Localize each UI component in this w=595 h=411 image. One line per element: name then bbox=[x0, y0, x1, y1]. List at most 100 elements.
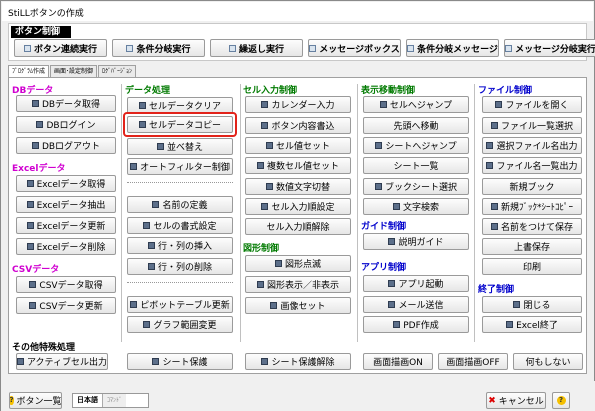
print-button[interactable]: 印刷 bbox=[482, 258, 582, 275]
save-as-button[interactable]: 名前をつけて保存 bbox=[482, 218, 582, 235]
dialog-window: StiLLボタンの作成 ボタン制御 ボタン連続実行 条件分岐実行 繰返し実行 メ… bbox=[0, 0, 595, 411]
help-button[interactable]: ? bbox=[552, 392, 570, 409]
cell-value-set-button[interactable]: セル値セット bbox=[245, 137, 351, 154]
excel-data-extract-button[interactable]: Excelデータ抽出 bbox=[16, 196, 116, 213]
section-end-title: 終了制御 bbox=[478, 285, 515, 295]
button-icon bbox=[26, 201, 34, 208]
db-logout-button[interactable]: DBログアウト bbox=[16, 137, 116, 154]
sheet-list-button[interactable]: シート一覧 bbox=[363, 157, 469, 174]
file-open-button[interactable]: ファイルを開く bbox=[482, 96, 582, 113]
new-book-sheet-copy-button[interactable]: 新規ﾌﾞｯｸ*ｼｰﾄｺﾋﾟｰ bbox=[482, 198, 582, 215]
screen-draw-on-button[interactable]: 画面描画ON bbox=[363, 353, 433, 370]
calendar-input-button[interactable]: カレンダー入力 bbox=[245, 96, 351, 113]
book-sheet-select-button[interactable]: ブックシート選択 bbox=[363, 178, 469, 195]
button-repeat-run[interactable]: 繰返し実行 bbox=[210, 39, 303, 57]
selected-file-output-button[interactable]: 選択ファイル名出力 bbox=[482, 137, 582, 154]
new-book-button[interactable]: 新規ブック bbox=[482, 178, 582, 195]
excel-data-update-button[interactable]: Excelデータ更新 bbox=[16, 217, 116, 234]
close-button[interactable]: 閉じる bbox=[482, 296, 582, 313]
guide-explain-button[interactable]: 説明ガイド bbox=[363, 233, 469, 250]
button-icon bbox=[143, 222, 151, 229]
language-toggle[interactable]: 日本語 ｺﾏﾝﾄﾞ bbox=[72, 393, 149, 408]
autofilter-button[interactable]: オートフィルター制御 bbox=[127, 158, 233, 175]
section-cell-title: セル入力制御 bbox=[243, 86, 298, 96]
section-separator bbox=[127, 282, 233, 283]
cell-input-order-set-button[interactable]: セル入力順設定 bbox=[245, 198, 351, 215]
shape-blink-button[interactable]: 図形点滅 bbox=[245, 255, 351, 272]
button-icon bbox=[31, 142, 39, 149]
tab-program[interactable]: ﾌﾟﾛｸﾞﾗﾑ作成 bbox=[8, 65, 50, 77]
screen-draw-off-button[interactable]: 画面描画OFF bbox=[438, 353, 508, 370]
file-name-list-output-button[interactable]: ファイル名一覧出力 bbox=[482, 157, 582, 174]
row-col-insert-button[interactable]: 行・列の挿入 bbox=[127, 237, 233, 254]
do-nothing-button[interactable]: 何もしない bbox=[513, 353, 583, 370]
button-conditional-message[interactable]: 条件分岐メッセージ bbox=[406, 39, 499, 57]
multi-cell-value-set-button[interactable]: 複数セル値セット bbox=[245, 157, 351, 174]
pivot-update-button[interactable]: ピボットテーブル更新 bbox=[127, 296, 233, 313]
button-icon bbox=[374, 183, 382, 190]
button-icon bbox=[490, 223, 498, 230]
num-text-toggle-button[interactable]: 数値文字切替 bbox=[245, 178, 351, 195]
button-icon bbox=[29, 281, 37, 288]
row-col-delete-button[interactable]: 行・列の削除 bbox=[127, 258, 233, 275]
button-continuous-run[interactable]: ボタン連続実行 bbox=[14, 39, 107, 57]
section-excel-title: Excelデータ bbox=[12, 164, 66, 174]
section-csv-title: CSVデータ bbox=[12, 265, 60, 275]
move-top-button[interactable]: 先頭へ移動 bbox=[363, 117, 469, 134]
cell-input-order-clear-button[interactable]: セル入力順解除 bbox=[245, 218, 351, 235]
db-login-button[interactable]: DBログイン bbox=[16, 116, 116, 133]
cell-jump-button[interactable]: セルへジャンプ bbox=[363, 96, 469, 113]
button-icon bbox=[265, 142, 273, 149]
text-search-button[interactable]: 文字検索 bbox=[363, 198, 469, 215]
excel-data-delete-button[interactable]: Excelデータ削除 bbox=[16, 238, 116, 255]
sort-button[interactable]: 並べ替え bbox=[127, 138, 233, 155]
button-icon bbox=[152, 358, 160, 365]
excel-exit-button[interactable]: Excel終了 bbox=[482, 316, 582, 333]
lang-command[interactable]: ｺﾏﾝﾄﾞ bbox=[103, 394, 127, 407]
button-icon bbox=[513, 301, 521, 308]
shape-show-hide-button[interactable]: 図形表示／非表示 bbox=[245, 276, 351, 293]
graph-range-button[interactable]: グラフ範囲変更 bbox=[127, 316, 233, 333]
button-icon bbox=[143, 321, 151, 328]
button-list-button[interactable]: ? ボタン一覧 bbox=[9, 392, 62, 409]
column-divider bbox=[474, 84, 475, 342]
sheet-protect-button[interactable]: シート保護 bbox=[127, 353, 233, 370]
window-title: StiLLボタンの作成 bbox=[8, 9, 84, 19]
button-icon bbox=[375, 142, 383, 149]
button-conditional-run[interactable]: 条件分岐実行 bbox=[112, 39, 205, 57]
file-list-select-button[interactable]: ファイル一覧選択 bbox=[482, 117, 582, 134]
name-define-button[interactable]: 名前の定義 bbox=[127, 196, 233, 213]
doc-icon bbox=[407, 44, 415, 52]
column-divider bbox=[121, 84, 122, 342]
cell-format-button[interactable]: セルの書式設定 bbox=[127, 217, 233, 234]
db-data-get-button[interactable]: DBデータ取得 bbox=[16, 95, 116, 112]
section-shape-title: 図形制御 bbox=[243, 244, 280, 254]
button-icon bbox=[393, 321, 401, 328]
pdf-create-button[interactable]: PDF作成 bbox=[363, 316, 469, 333]
doc-icon bbox=[309, 44, 317, 52]
sheet-jump-button[interactable]: シートへジャンプ bbox=[363, 137, 469, 154]
mail-send-button[interactable]: メール送信 bbox=[363, 296, 469, 313]
image-set-button[interactable]: 画像セット bbox=[245, 297, 351, 314]
section-separator bbox=[127, 182, 233, 183]
button-icon bbox=[31, 100, 39, 107]
sheet-unprotect-button[interactable]: シート保護解除 bbox=[245, 353, 351, 370]
tab-log-version[interactable]: ﾛｸﾞﾊﾞｰｼﾞｮﾝ bbox=[98, 65, 137, 77]
csv-data-get-button[interactable]: CSVデータ取得 bbox=[16, 276, 116, 293]
overwrite-save-button[interactable]: 上書保存 bbox=[482, 238, 582, 255]
section-data-title: データ処理 bbox=[125, 86, 171, 96]
active-cell-output-button[interactable]: アクティブセル出力 bbox=[16, 353, 108, 370]
app-launch-button[interactable]: アプリ起動 bbox=[363, 275, 469, 292]
button-icon bbox=[490, 122, 498, 129]
excel-data-get-button[interactable]: Excelデータ取得 bbox=[16, 175, 116, 192]
cancel-button[interactable]: ✖ キャンセル bbox=[486, 392, 546, 409]
button-message-branch[interactable]: メッセージ分岐実行 bbox=[504, 39, 595, 57]
button-message-box[interactable]: メッセージボックス bbox=[308, 39, 401, 57]
button-icon bbox=[261, 358, 269, 365]
lang-japanese[interactable]: 日本語 bbox=[73, 394, 103, 407]
button-content-write-button[interactable]: ボタン内容書込 bbox=[245, 117, 351, 134]
csv-data-update-button[interactable]: CSVデータ更新 bbox=[16, 297, 116, 314]
button-icon bbox=[130, 301, 138, 308]
close-icon: ✖ bbox=[488, 395, 496, 406]
tab-screen-settings[interactable]: 画面･設定制御 bbox=[50, 65, 98, 77]
